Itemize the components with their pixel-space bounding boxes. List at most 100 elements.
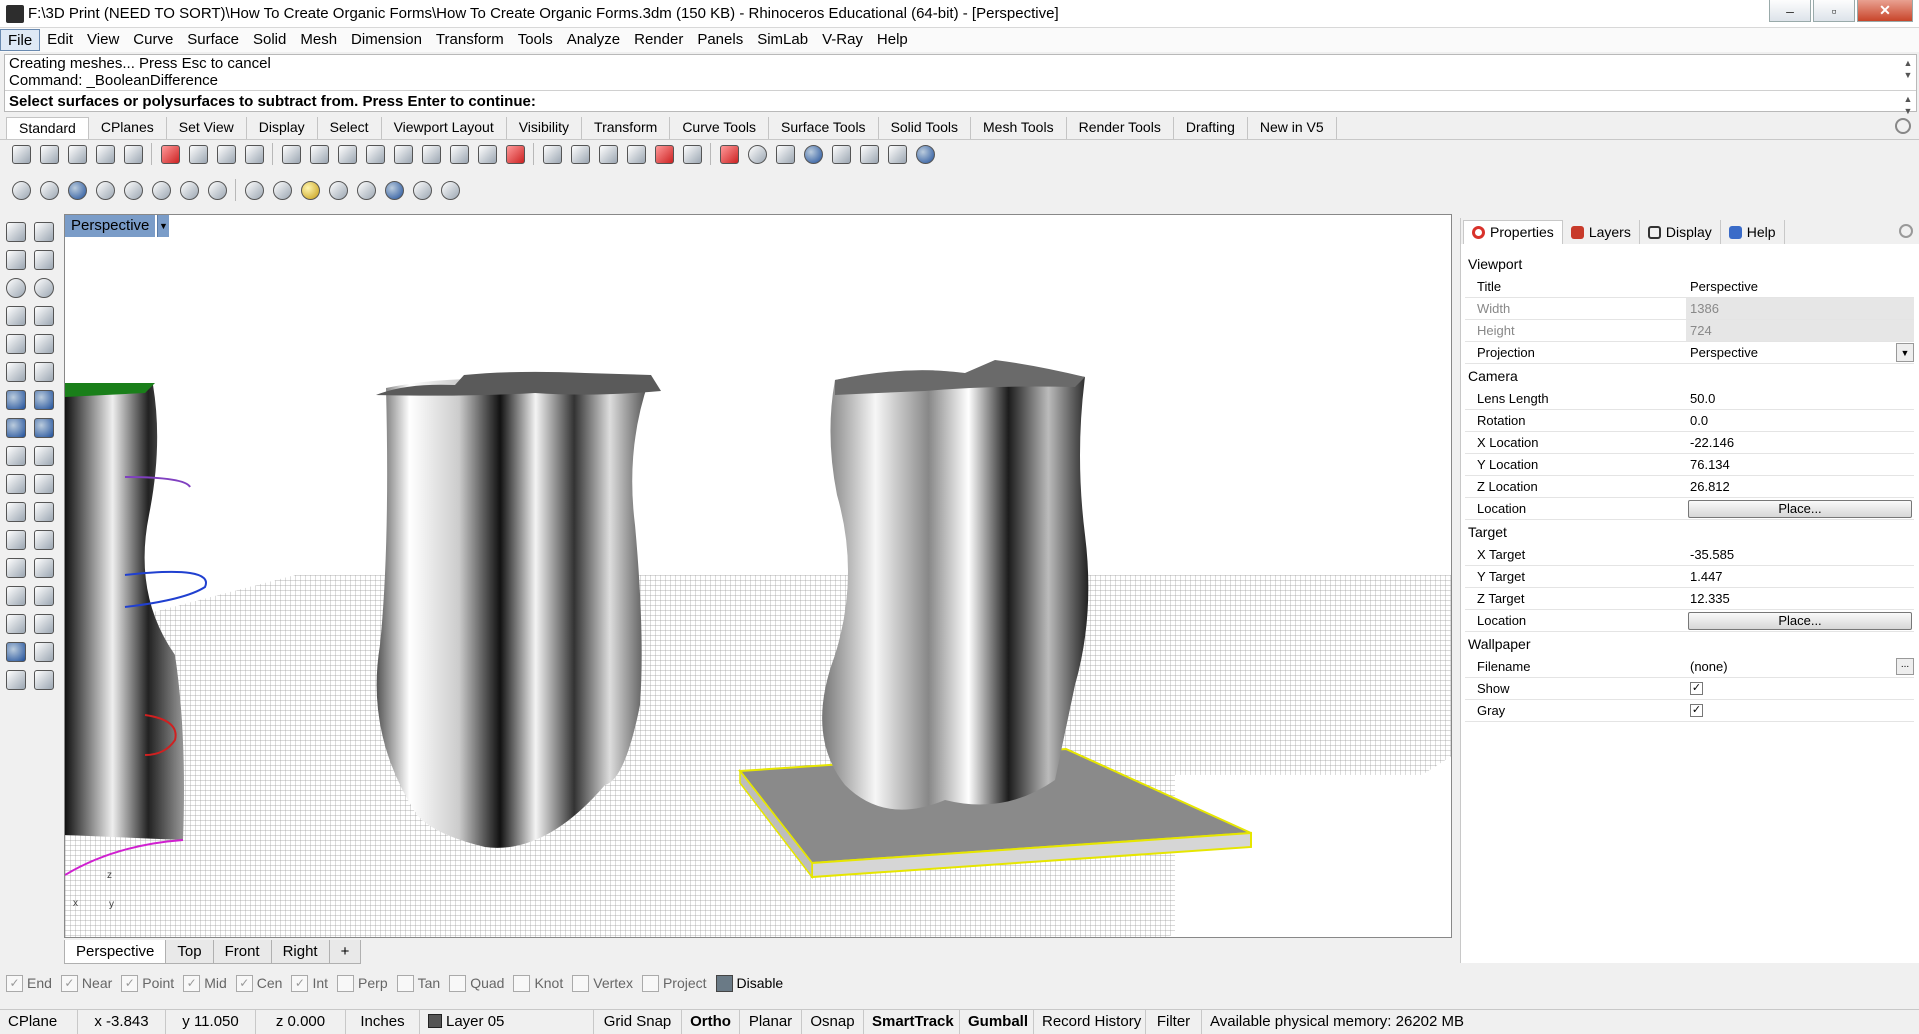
four-viewports-icon[interactable] [474, 141, 500, 167]
wallpaper-gray-checkbox[interactable]: ✓ [1690, 704, 1703, 717]
tab-solid-tools[interactable]: Solid Tools [879, 117, 972, 139]
osnap-project[interactable]: Project [641, 974, 707, 992]
artistic-icon[interactable] [176, 177, 202, 203]
mesh-icon[interactable] [30, 414, 58, 442]
sun-icon[interactable] [409, 177, 435, 203]
cameras-icon[interactable] [353, 177, 379, 203]
split-icon[interactable] [30, 470, 58, 498]
group-icon[interactable] [30, 498, 58, 526]
osnap-quad[interactable]: Quad [449, 974, 504, 992]
panel-tab-properties[interactable]: Properties [1463, 220, 1563, 244]
command-scroll[interactable]: ▲ ▼ ▲ ▼ [1902, 57, 1914, 117]
shaded-icon[interactable] [36, 177, 62, 203]
target-icon[interactable] [325, 177, 351, 203]
shaded-globe-icon[interactable] [241, 177, 267, 203]
render-tool-icon[interactable] [2, 638, 30, 666]
property-value[interactable]: 1.447 [1686, 566, 1914, 587]
property-value[interactable]: ✓ [1686, 678, 1914, 699]
property-value[interactable]: (none)... [1686, 656, 1914, 677]
gumball-icon[interactable] [828, 141, 854, 167]
status-units[interactable]: Inches [346, 1009, 420, 1034]
osnap-point[interactable]: ✓ Point [121, 974, 174, 992]
tab-display[interactable]: Display [247, 117, 318, 139]
history-icon[interactable] [884, 141, 910, 167]
scale-icon[interactable] [30, 582, 58, 610]
menu-transform[interactable]: Transform [429, 29, 511, 51]
osnap-mid[interactable]: ✓ Mid [183, 974, 227, 992]
extra-tools-icon[interactable] [30, 666, 58, 694]
projection-chevron-down-icon[interactable]: ▼ [1896, 343, 1914, 362]
new-file-icon[interactable] [8, 141, 34, 167]
property-value[interactable]: Place... [1686, 610, 1914, 631]
environment-icon[interactable] [800, 141, 826, 167]
open-icon[interactable] [36, 141, 62, 167]
menu-view[interactable]: View [80, 29, 126, 51]
tab-select[interactable]: Select [318, 117, 382, 139]
mirror-icon[interactable] [30, 526, 58, 554]
curve-control-icon[interactable] [30, 246, 58, 274]
tab-set-view[interactable]: Set View [167, 117, 247, 139]
osnap-checkbox[interactable]: ✓ [6, 974, 23, 992]
tab-curve-tools[interactable]: Curve Tools [670, 117, 769, 139]
lock-icon[interactable] [651, 141, 677, 167]
status-cplane[interactable]: CPlane [0, 1009, 78, 1034]
osnap-int[interactable]: ✓ Int [291, 974, 328, 992]
minimize-button[interactable]: – [1769, 0, 1811, 22]
rendered-icon[interactable] [64, 177, 90, 203]
block-icon[interactable] [2, 610, 30, 638]
menu-edit[interactable]: Edit [40, 29, 80, 51]
menu-file[interactable]: File [0, 29, 41, 51]
menu-mesh[interactable]: Mesh [293, 29, 344, 51]
status-toggle-smarttrack[interactable]: SmartTrack [864, 1009, 960, 1034]
add-viewport-tab-button[interactable]: + [328, 940, 362, 964]
osnap-checkbox[interactable]: ✓ [235, 974, 253, 992]
xray-icon[interactable] [120, 177, 146, 203]
osnap-end[interactable]: ✓ End [6, 974, 52, 992]
solid-box-icon[interactable] [2, 386, 30, 414]
material-icon[interactable] [772, 141, 798, 167]
browse-wallpaper-button[interactable]: ... [1896, 658, 1914, 675]
options-icon[interactable] [567, 141, 593, 167]
property-value[interactable]: 26.812 [1686, 476, 1914, 497]
cylinder-icon[interactable] [2, 414, 30, 442]
maximize-button[interactable]: ▫ [1813, 0, 1855, 22]
viewport-tab-right[interactable]: Right [270, 940, 330, 964]
status-layer[interactable]: Layer 05 [420, 1009, 594, 1034]
menu-solid[interactable]: Solid [246, 29, 293, 51]
monitor-icon[interactable] [437, 177, 463, 203]
wallpaper-show-checkbox[interactable]: ✓ [1690, 682, 1703, 695]
menu-curve[interactable]: Curve [126, 29, 180, 51]
property-value[interactable]: -22.146 [1686, 432, 1914, 453]
menu-render[interactable]: Render [627, 29, 690, 51]
place-button[interactable]: Place... [1688, 500, 1912, 518]
check-icon[interactable] [30, 638, 58, 666]
command-area[interactable]: Creating meshes... Press Esc to cancel C… [4, 54, 1917, 116]
property-value[interactable]: 12.335 [1686, 588, 1914, 609]
tab-mesh-tools[interactable]: Mesh Tools [971, 117, 1067, 139]
boolean-icon[interactable] [30, 386, 58, 414]
zoom-selected-icon[interactable] [418, 141, 444, 167]
property-value[interactable]: Perspective [1686, 276, 1914, 297]
layers-icon[interactable] [679, 141, 705, 167]
drafting-icon[interactable] [2, 666, 30, 694]
color-wheel-icon[interactable] [716, 141, 742, 167]
array-icon[interactable] [2, 582, 30, 610]
property-value[interactable]: 76.134 [1686, 454, 1914, 475]
osnap-checkbox[interactable] [337, 974, 355, 992]
fillet-icon[interactable] [2, 442, 30, 470]
point-icon[interactable] [30, 218, 58, 246]
osnap-checkbox[interactable] [641, 974, 659, 992]
dimension-icon[interactable] [30, 554, 58, 582]
save-icon[interactable] [64, 141, 90, 167]
cut-icon[interactable] [157, 141, 183, 167]
tab-new-in-v5[interactable]: New in V5 [1248, 117, 1337, 139]
car-icon[interactable] [502, 141, 528, 167]
panel-gear-icon[interactable] [1899, 224, 1913, 238]
trim-icon[interactable] [2, 470, 30, 498]
status-toggle-gumball[interactable]: Gumball [960, 1009, 1034, 1034]
import-icon[interactable] [120, 141, 146, 167]
menu-analyze[interactable]: Analyze [560, 29, 627, 51]
command-prompt[interactable]: Select surfaces or polysurfaces to subtr… [5, 90, 1916, 111]
explode-icon[interactable] [30, 442, 58, 470]
wireframe-icon[interactable] [8, 177, 34, 203]
